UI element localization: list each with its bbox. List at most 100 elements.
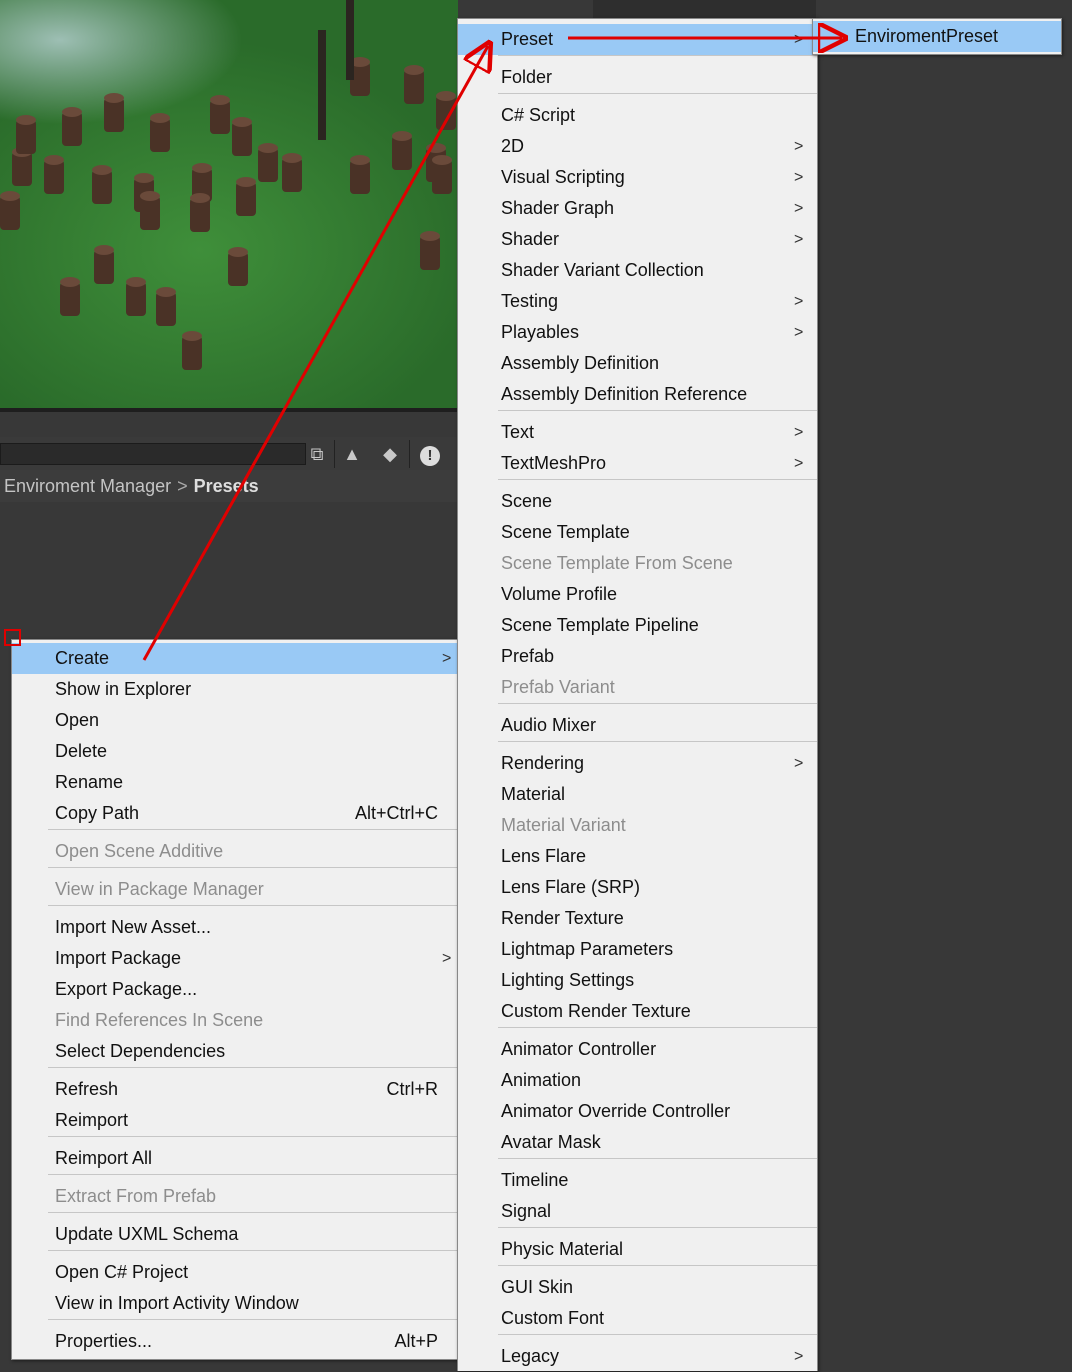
menu-item-reimport-all[interactable]: Reimport All <box>12 1143 458 1174</box>
menu-item-select-dependencies[interactable]: Select Dependencies <box>12 1036 458 1067</box>
filter-by-type-icon[interactable]: ▲ <box>338 440 366 468</box>
menu-item-folder[interactable]: Folder <box>458 62 817 93</box>
chevron-right-icon: > <box>442 650 452 667</box>
menu-item-text[interactable]: Text > <box>458 417 817 448</box>
menu-item-animation[interactable]: Animation <box>458 1065 817 1096</box>
menu-item-c-script[interactable]: C# Script <box>458 100 817 131</box>
menu-item-legacy[interactable]: Legacy > <box>458 1341 817 1372</box>
menu-item-rename[interactable]: Rename <box>12 767 458 798</box>
menu-item-label: Scene Template <box>501 522 630 542</box>
menu-item-open-c-project[interactable]: Open C# Project <box>12 1257 458 1288</box>
menu-item-shader-variant-collection[interactable]: Shader Variant Collection <box>458 255 817 286</box>
menu-item-label: Prefab <box>501 646 555 666</box>
menu-item-physic-material[interactable]: Physic Material <box>458 1234 817 1265</box>
breadcrumb-current[interactable]: Presets <box>194 476 259 496</box>
menu-item-import-package[interactable]: Import Package > <box>12 943 458 974</box>
menu-item-render-texture[interactable]: Render Texture <box>458 903 817 934</box>
menu-item-assembly-definition[interactable]: Assembly Definition <box>458 348 817 379</box>
menu-item-export-package[interactable]: Export Package... <box>12 974 458 1005</box>
menu-item-label: Render Texture <box>501 908 624 928</box>
menu-item-view-in-import-activity-window[interactable]: View in Import Activity Window <box>12 1288 458 1319</box>
menu-item-audio-mixer[interactable]: Audio Mixer <box>458 710 817 741</box>
title-bar <box>593 0 816 18</box>
tree-stump <box>140 191 160 230</box>
menu-item-gui-skin[interactable]: GUI Skin <box>458 1272 817 1303</box>
menu-item-label: Create <box>55 648 110 668</box>
menu-item-scene-template-pipeline[interactable]: Scene Template Pipeline <box>458 610 817 641</box>
menu-item-label: Rename <box>55 772 124 792</box>
menu-item-timeline[interactable]: Timeline <box>458 1165 817 1196</box>
tree-stump <box>60 277 80 316</box>
menu-item-shortcut: Alt+Ctrl+C <box>354 803 438 823</box>
tree-stump <box>44 155 64 194</box>
menu-item-rendering[interactable]: Rendering > <box>458 748 817 779</box>
menu-item-lens-flare[interactable]: Lens Flare <box>458 841 817 872</box>
scene-view[interactable] <box>0 0 458 410</box>
menu-item-reimport[interactable]: Reimport <box>12 1105 458 1136</box>
menu-item-shader-graph[interactable]: Shader Graph > <box>458 193 817 224</box>
menu-item-assembly-definition-reference[interactable]: Assembly Definition Reference <box>458 379 817 410</box>
tree-stump <box>92 165 112 204</box>
tree-stump <box>392 131 412 170</box>
menu-item-label: Open C# Project <box>55 1262 189 1282</box>
menu-item-shortcut: Alt+P <box>394 1331 438 1351</box>
menu-item-avatar-mask[interactable]: Avatar Mask <box>458 1127 817 1158</box>
menu-item-label: Material <box>501 784 566 804</box>
tree-stump <box>16 115 36 154</box>
chevron-right-icon: > <box>794 138 804 155</box>
resize-icon[interactable]: ⧉ <box>303 440 331 468</box>
chevron-right-icon: > <box>794 169 804 186</box>
menu-separator <box>498 1334 817 1335</box>
menu-item-show-in-explorer[interactable]: Show in Explorer <box>12 674 458 705</box>
menu-item-label: Legacy <box>501 1346 560 1366</box>
menu-item-label: Show in Explorer <box>55 679 192 699</box>
menu-item-label: TextMeshPro <box>501 453 607 473</box>
menu-item-animator-override-controller[interactable]: Animator Override Controller <box>458 1096 817 1127</box>
menu-item-import-new-asset[interactable]: Import New Asset... <box>12 912 458 943</box>
menu-item-prefab[interactable]: Prefab <box>458 641 817 672</box>
menu-item-2d[interactable]: 2D > <box>458 131 817 162</box>
menu-item-label: Visual Scripting <box>501 167 625 187</box>
menu-item-custom-render-texture[interactable]: Custom Render Texture <box>458 996 817 1027</box>
menu-item-scene-template-from-scene: Scene Template From Scene <box>458 548 817 579</box>
menu-item-material[interactable]: Material <box>458 779 817 810</box>
menu-item-volume-profile[interactable]: Volume Profile <box>458 579 817 610</box>
menu-item-shortcut: Ctrl+R <box>386 1079 438 1099</box>
menu-item-label: Update UXML Schema <box>55 1224 239 1244</box>
menu-item-shader[interactable]: Shader > <box>458 224 817 255</box>
menu-item-label: Custom Render Texture <box>501 1001 691 1021</box>
menu-item-update-uxml-schema[interactable]: Update UXML Schema <box>12 1219 458 1250</box>
menu-item-properties[interactable]: Properties... Alt+P <box>12 1326 458 1357</box>
menu-item-label: C# Script <box>501 105 576 125</box>
menu-item-signal[interactable]: Signal <box>458 1196 817 1227</box>
search-input[interactable] <box>0 443 306 465</box>
menu-item-animator-controller[interactable]: Animator Controller <box>458 1034 817 1065</box>
menu-item-copy-path[interactable]: Copy Path Alt+Ctrl+C <box>12 798 458 829</box>
menu-item-enviromentpreset[interactable]: EnviromentPreset <box>813 21 1061 52</box>
menu-item-open[interactable]: Open <box>12 705 458 736</box>
menu-item-label: Find References In Scene <box>55 1010 264 1030</box>
menu-item-label: Assembly Definition <box>501 353 660 373</box>
menu-item-scene[interactable]: Scene <box>458 486 817 517</box>
menu-item-custom-font[interactable]: Custom Font <box>458 1303 817 1334</box>
menu-item-textmeshpro[interactable]: TextMeshPro > <box>458 448 817 479</box>
menu-item-preset[interactable]: Preset > <box>458 24 817 55</box>
filter-by-label-icon[interactable]: ◆ <box>376 440 404 468</box>
menu-item-playables[interactable]: Playables > <box>458 317 817 348</box>
menu-item-testing[interactable]: Testing > <box>458 286 817 317</box>
warning-icon[interactable]: ! <box>416 440 444 468</box>
selection-marker <box>4 629 21 646</box>
menu-item-label: Select Dependencies <box>55 1041 226 1061</box>
menu-item-delete[interactable]: Delete <box>12 736 458 767</box>
menu-separator <box>48 829 458 830</box>
breadcrumb-parent[interactable]: Enviroment Manager <box>0 476 171 496</box>
menu-item-lens-flare-srp[interactable]: Lens Flare (SRP) <box>458 872 817 903</box>
tree-stump <box>350 155 370 194</box>
menu-item-create[interactable]: Create > <box>12 643 458 674</box>
menu-item-visual-scripting[interactable]: Visual Scripting > <box>458 162 817 193</box>
menu-separator <box>498 741 817 742</box>
menu-item-refresh[interactable]: Refresh Ctrl+R <box>12 1074 458 1105</box>
menu-item-scene-template[interactable]: Scene Template <box>458 517 817 548</box>
menu-item-lighting-settings[interactable]: Lighting Settings <box>458 965 817 996</box>
menu-item-lightmap-parameters[interactable]: Lightmap Parameters <box>458 934 817 965</box>
